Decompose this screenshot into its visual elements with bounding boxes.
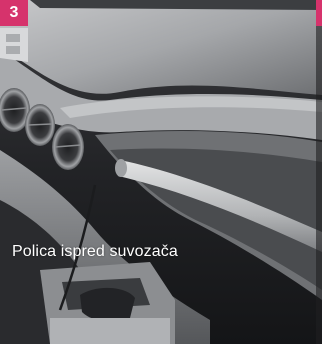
step-number-badge: 3	[0, 0, 28, 26]
photo-frame: 3 Polica ispred suvozača	[0, 0, 322, 344]
edge-marker	[316, 0, 322, 26]
photo-caption: Polica ispred suvozača	[12, 243, 178, 260]
dashboard-photo	[0, 0, 322, 344]
